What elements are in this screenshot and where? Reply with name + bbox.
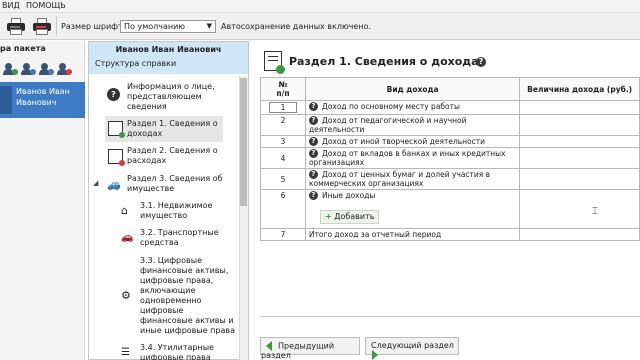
row-number: 5 <box>260 168 306 190</box>
income-value-cell[interactable] <box>519 100 640 115</box>
print-red-icon[interactable] <box>32 18 52 35</box>
menu-view[interactable]: ВИД <box>2 1 20 10</box>
menu-help[interactable]: ПОМОЩЬ <box>26 1 66 10</box>
row-number: 6 <box>260 189 306 229</box>
table-row[interactable]: 3 ? Доход от иной творческой деятельности <box>260 135 640 148</box>
tree-item-label: 3.1. Недвижимое имущество <box>140 201 213 220</box>
income-type: Доход от вкладов в банках и иных кредитн… <box>308 149 506 167</box>
tree-header: Иванов Иван Иванович Структура справки <box>89 42 248 74</box>
income-table: № п/п Вид дохода Величина дохода (руб.) … <box>260 77 640 241</box>
tree-item-label: Раздел 3. Сведения об имуществе <box>127 174 223 193</box>
income-type: Доход от иной творческой деятельности <box>321 137 486 146</box>
table-row[interactable]: 2 ? Доход от педагогической и научной дея… <box>260 114 640 136</box>
person-name: Иванов Иван Иванович <box>16 87 70 107</box>
font-size-value: По умолчанию <box>124 22 186 31</box>
tree-header-name: Иванов Иван Иванович <box>115 45 222 54</box>
tree-item-label: Раздел 1. Сведения о доходах <box>127 119 218 138</box>
print-icon[interactable] <box>6 18 26 35</box>
tree-header-subtitle: Структура справки <box>95 59 177 68</box>
info-icon: ? <box>107 88 120 101</box>
stack-icon: ☰ <box>121 347 130 358</box>
tree-item-section3[interactable]: 🚙 Раздел 3. Сведения об имуществе <box>105 172 235 198</box>
help-icon[interactable]: ? <box>308 116 318 125</box>
tree-item-3-3[interactable]: ⚙ 3.3. Цифровые финансовые активы, цифро… <box>118 255 235 337</box>
plus-icon: + <box>324 212 332 221</box>
person-card[interactable]: Иванов Иван Иванович <box>0 82 85 118</box>
arrow-left-icon <box>266 341 272 351</box>
income-value-cell[interactable] <box>519 147 640 169</box>
arrow-right-icon <box>372 350 378 360</box>
toolbar-divider <box>56 16 57 36</box>
row-number: 7 <box>260 228 306 241</box>
income-value-cell[interactable] <box>519 135 640 148</box>
tree-item-3-2[interactable]: 🚗 3.2. Транспортные средства <box>118 227 235 251</box>
income-value-cell[interactable] <box>519 168 640 190</box>
row-number: 3 <box>260 135 306 148</box>
car-icon: 🚙 <box>107 178 121 191</box>
add-person-icon[interactable] <box>2 63 18 75</box>
car-icon: 🚗 <box>121 232 134 243</box>
help-icon[interactable]: ? <box>308 191 318 200</box>
col-value-header: Величина дохода (руб.) <box>519 77 640 101</box>
autosave-status: Автосохранение данных включено. <box>221 22 371 31</box>
table-row[interactable]: 5 ? Доход от ценных бумаг и долей участия… <box>260 168 640 190</box>
divider <box>260 316 640 317</box>
tree-scrollbar-thumb[interactable] <box>240 78 247 206</box>
table-row[interactable]: 4 ? Доход от вкладов в банках и иных кред… <box>260 147 640 169</box>
tree-item-label: 3.2. Транспортные средства <box>140 228 219 247</box>
menu-bar: ВИД ПОМОЩЬ <box>0 0 640 13</box>
add-button-label: Добавить <box>334 212 375 221</box>
tree-item-section1[interactable]: Раздел 1. Сведения о доходах <box>105 116 223 142</box>
income-doc-icon <box>264 51 285 74</box>
packet-title: ра пакета <box>0 44 46 53</box>
person-settings-icon[interactable] <box>20 63 36 75</box>
income-type: Доход по основному месту работы <box>321 102 460 111</box>
income-value-cell[interactable] <box>519 114 640 136</box>
tree-item-label: 3.3. Цифровые финансовые активы, цифровы… <box>140 256 235 335</box>
next-section-button[interactable]: Следующий раздел <box>365 337 459 360</box>
mouse-cursor-icon: ⌶ <box>592 206 598 217</box>
person-edit-icon[interactable] <box>38 63 54 75</box>
col-number-header: № п/п <box>260 77 306 101</box>
section-title: Раздел 1. Сведения о доходах <box>289 55 486 68</box>
row-number: 1 <box>268 102 297 113</box>
row-number: 4 <box>260 147 306 169</box>
tree-item-label: 3.4. Утилитарные цифровые права <box>140 343 214 360</box>
tree-item-info[interactable]: ? Информация о лице, представляющем свед… <box>105 82 235 116</box>
income-type: Доход от ценных бумаг и долей участия в … <box>308 170 491 188</box>
avatar <box>0 86 12 114</box>
help-icon[interactable]: ? <box>308 170 318 179</box>
next-label: Следующий раздел <box>371 341 454 350</box>
total-label: Итого доход за отчетный период <box>304 228 521 241</box>
tree-item-3-1[interactable]: ⌂ 3.1. Недвижимое имущество <box>118 200 235 224</box>
help-icon[interactable]: ? <box>476 57 486 67</box>
income-doc-icon <box>108 121 125 138</box>
gear-icon: ⚙ <box>121 289 131 302</box>
row-number: 2 <box>260 114 306 136</box>
income-value-cell[interactable] <box>519 189 640 229</box>
col-type-header: Вид дохода <box>304 77 521 101</box>
help-icon[interactable]: ? <box>308 149 318 158</box>
table-total-row: 7 Итого доход за отчетный период <box>260 228 640 241</box>
prev-section-button[interactable]: Предыдущий раздел <box>260 337 360 360</box>
income-type: Иные доходы <box>321 191 376 200</box>
table-row[interactable]: 1 ? Доход по основному месту работы <box>260 100 640 115</box>
table-row[interactable]: 6 ? Иные доходы + Добавить <box>260 189 640 229</box>
income-type: Доход от педагогической и научной деятел… <box>308 116 467 134</box>
add-income-button[interactable]: + Добавить <box>319 210 380 224</box>
expense-doc-icon <box>108 149 125 166</box>
total-value-cell <box>519 228 640 241</box>
font-size-select[interactable]: По умолчанию ▼ <box>120 20 216 33</box>
help-icon[interactable]: ? <box>308 137 318 146</box>
tree-item-section2[interactable]: Раздел 2. Сведения о расходах <box>105 144 235 170</box>
collapse-arrow-icon[interactable]: ◢ <box>93 179 98 187</box>
house-icon: ⌂ <box>121 204 128 217</box>
tree-item-label: Раздел 2. Сведения о расходах <box>127 146 218 165</box>
table-header-row: № п/п Вид дохода Величина дохода (руб.) <box>260 77 640 101</box>
chevron-down-icon: ▼ <box>206 22 212 30</box>
tree-item-label: Информация о лице, представляющем сведен… <box>127 82 215 111</box>
help-icon[interactable]: ? <box>308 102 318 111</box>
person-delete-icon[interactable] <box>56 63 72 75</box>
tree-item-3-4[interactable]: ☰ 3.4. Утилитарные цифровые права <box>118 342 235 360</box>
